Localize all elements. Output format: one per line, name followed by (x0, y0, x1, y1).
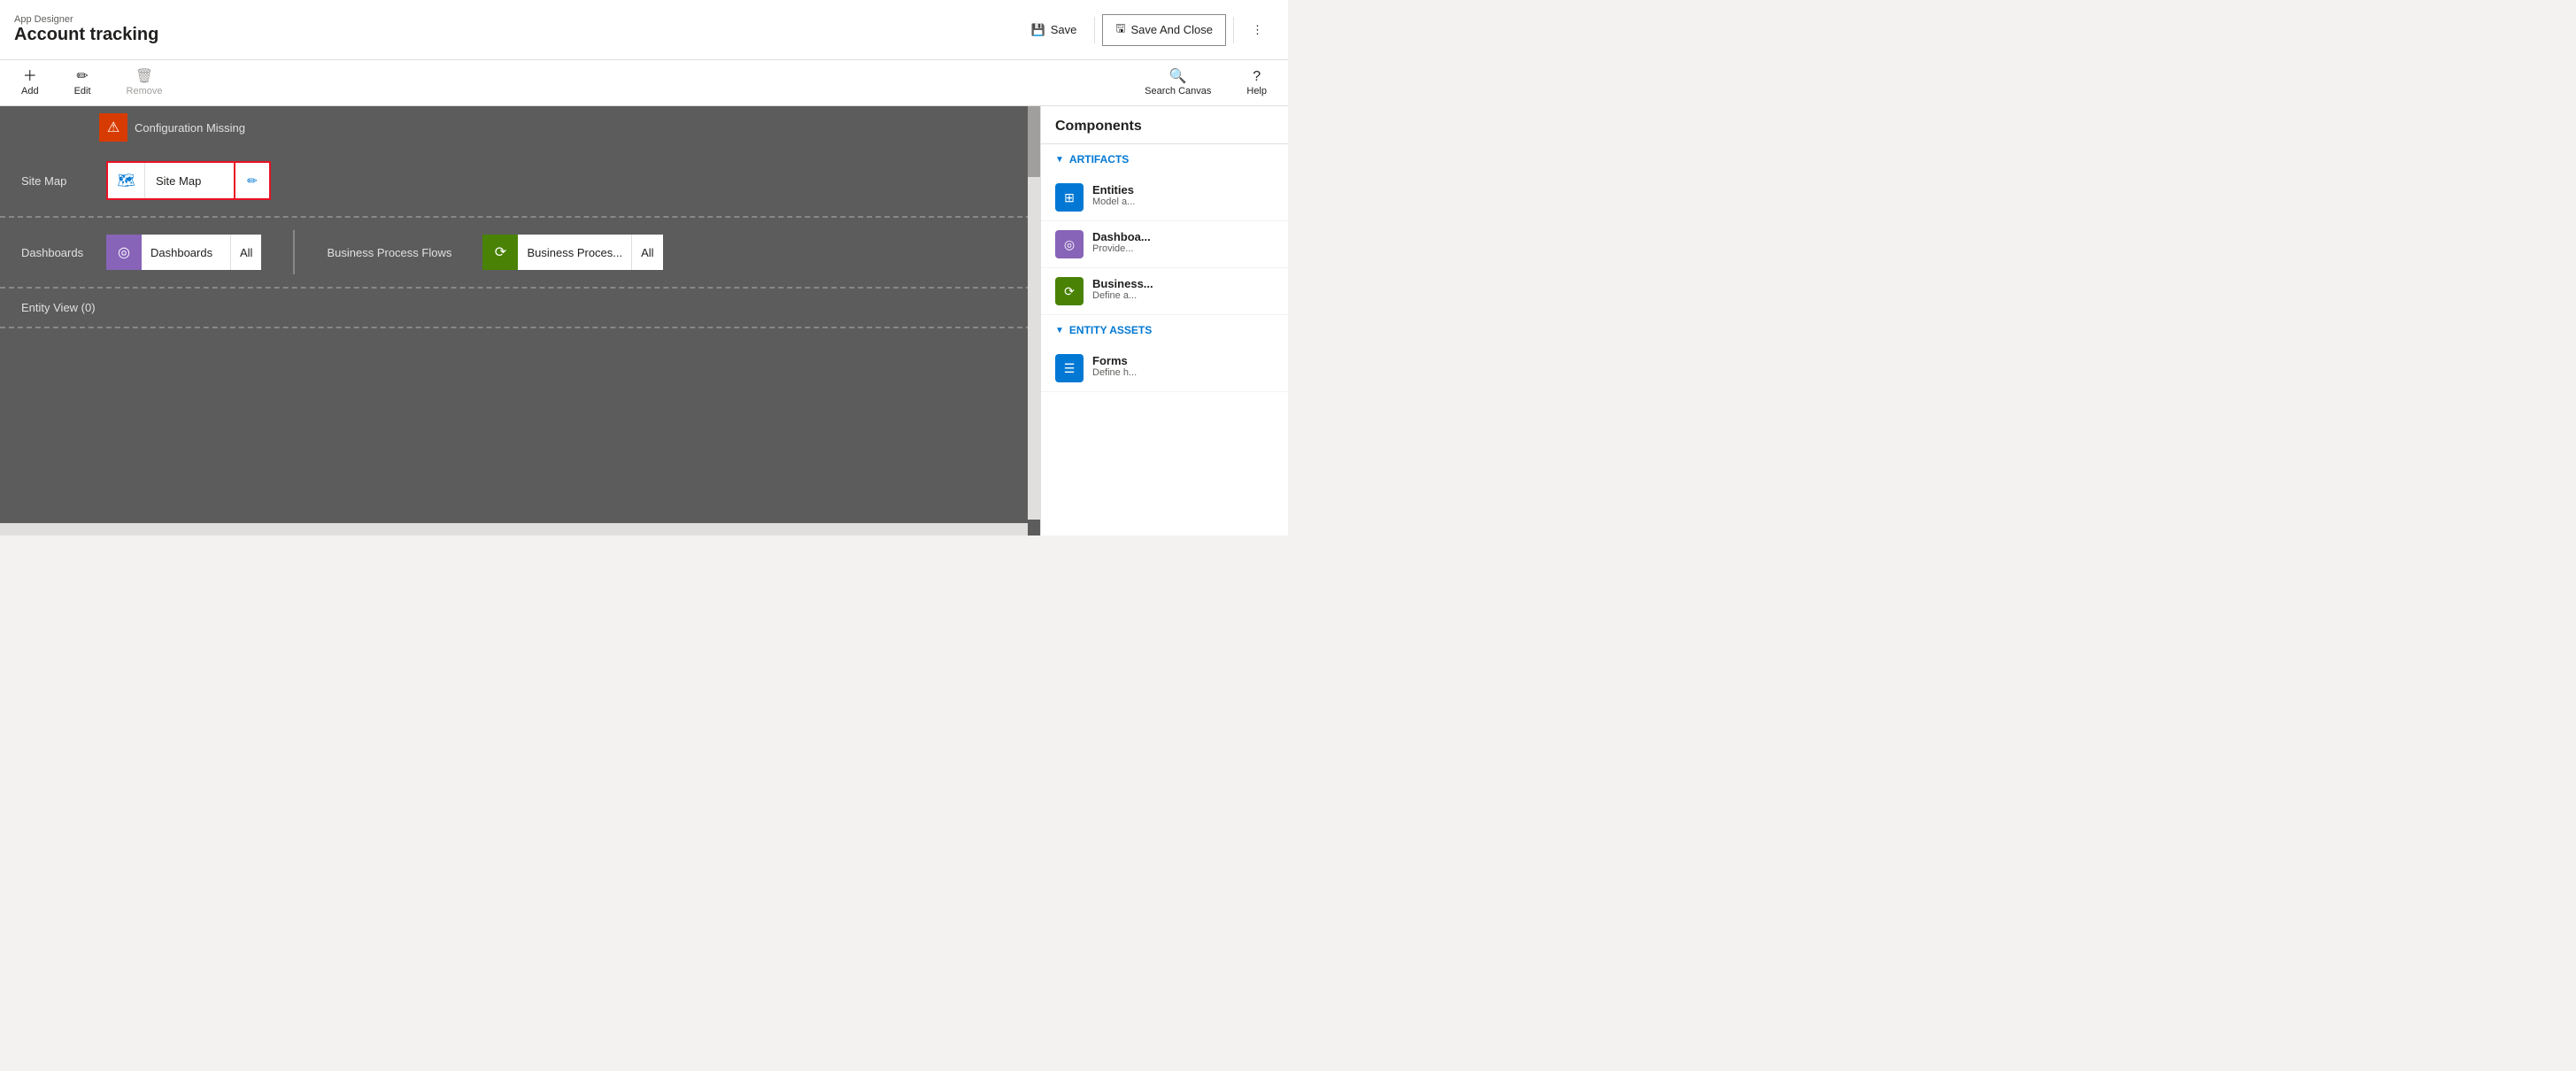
components-panel-title: Components (1041, 106, 1288, 144)
edit-label: Edit (74, 86, 91, 96)
save-close-icon: 🖫 (1115, 20, 1125, 40)
entity-view-row: Entity View (0) (0, 289, 1040, 328)
dashboards-card-label: Dashboards (142, 246, 230, 259)
header-separator-2 (1233, 17, 1234, 43)
add-label: Add (21, 86, 39, 96)
component-item-forms[interactable]: ☰ Forms Define h... (1041, 345, 1288, 392)
save-icon: 💾 (1031, 23, 1045, 37)
save-and-close-button[interactable]: 🖫 Save And Close (1102, 14, 1226, 46)
add-icon: ＋ (23, 70, 37, 84)
bpf-card[interactable]: ⟳ Business Proces... All (482, 235, 662, 270)
bpf-icon-box: ⟳ (482, 235, 518, 270)
config-missing-row: ⚠ Configuration Missing (0, 106, 1040, 145)
artifacts-chevron: ▼ (1055, 155, 1064, 165)
site-map-card-label: Site Map (145, 174, 234, 188)
help-button[interactable]: ? Help (1239, 66, 1274, 100)
save-close-label: Save And Close (1130, 23, 1213, 36)
more-options-button[interactable]: ⋮ (1241, 18, 1274, 42)
toolbar-right: 🔍 Search Canvas ? Help (1138, 66, 1274, 100)
search-canvas-label: Search Canvas (1145, 86, 1211, 96)
toolbar-left: ＋ Add ✏ Edit 🗑 Remove (14, 66, 170, 100)
save-button[interactable]: 💾 Save (1021, 18, 1088, 42)
dashboards-component-desc: Provide... (1092, 243, 1151, 254)
site-map-card[interactable]: 🗺 Site Map ✏ (106, 161, 271, 200)
header-actions: 💾 Save 🖫 Save And Close ⋮ (1021, 14, 1274, 46)
forms-text: Forms Define h... (1092, 354, 1137, 378)
remove-label: Remove (127, 86, 163, 96)
config-warning-badge: ⚠ (99, 113, 127, 142)
site-map-row-label: Site Map (21, 174, 92, 188)
entity-view-label: Entity View (0) (21, 301, 163, 314)
canvas-area: ⚠ Configuration Missing Site Map 🗺 Site … (0, 106, 1040, 536)
remove-button[interactable]: 🗑 Remove (120, 66, 170, 100)
entities-text: Entities Model a... (1092, 183, 1135, 207)
main-layout: ⚠ Configuration Missing Site Map 🗺 Site … (0, 106, 1288, 536)
bpf-icon: ⟳ (495, 243, 506, 261)
component-item-dashboards[interactable]: ◎ Dashboa... Provide... (1041, 221, 1288, 268)
dashboards-component-icon: ◎ (1055, 230, 1084, 258)
dashboards-icon: ◎ (118, 243, 130, 261)
toolbar: ＋ Add ✏ Edit 🗑 Remove 🔍 Search Canvas ? … (0, 60, 1288, 106)
artifacts-label: ARTIFACTS (1069, 153, 1129, 166)
dashboards-row: Dashboards ◎ Dashboards All Business Pro… (0, 218, 1040, 289)
entity-assets-section-header[interactable]: ▼ ENTITY ASSETS (1041, 315, 1288, 345)
header-left: App Designer Account tracking (14, 14, 158, 45)
remove-icon: 🗑 (135, 70, 153, 84)
dashboards-all-label: All (230, 235, 261, 270)
sitemap-icon-box: 🗺 (108, 163, 145, 198)
search-icon: 🔍 (1169, 70, 1187, 84)
dashboards-component-text: Dashboa... Provide... (1092, 230, 1151, 254)
more-icon: ⋮ (1252, 23, 1263, 37)
forms-desc: Define h... (1092, 367, 1137, 378)
bpf-component-icon: ⟳ (1055, 277, 1084, 305)
pencil-icon: ✏ (247, 173, 258, 189)
artifacts-section-header[interactable]: ▼ ARTIFACTS (1041, 144, 1288, 174)
canvas-hscrollbar[interactable] (0, 523, 1028, 536)
forms-icon: ☰ (1055, 354, 1084, 382)
add-button[interactable]: ＋ Add (14, 66, 46, 100)
search-canvas-button[interactable]: 🔍 Search Canvas (1138, 66, 1218, 100)
entities-icon: ⊞ (1055, 183, 1084, 212)
sitemap-edit-button[interactable]: ✏ (234, 163, 269, 198)
save-label: Save (1051, 23, 1077, 36)
edit-icon: ✏ (76, 70, 88, 84)
components-panel: Components ▼ ARTIFACTS ⊞ Entities Model … (1040, 106, 1288, 536)
entities-desc: Model a... (1092, 196, 1135, 207)
bpf-section-label: Business Process Flows (327, 246, 468, 259)
sitemap-icon: 🗺 (117, 172, 135, 189)
bpf-all-label: All (631, 235, 662, 270)
app-title: Account tracking (14, 25, 158, 45)
bpf-component-desc: Define a... (1092, 290, 1153, 301)
header: App Designer Account tracking 💾 Save 🖫 S… (0, 0, 1288, 60)
help-icon: ? (1253, 70, 1261, 84)
dashboards-component-name: Dashboa... (1092, 230, 1151, 243)
help-label: Help (1246, 86, 1267, 96)
dashboards-card[interactable]: ◎ Dashboards All (106, 235, 261, 270)
entities-name: Entities (1092, 183, 1135, 196)
bpf-component-name: Business... (1092, 277, 1153, 290)
bpf-card-label: Business Proces... (518, 246, 631, 259)
vertical-divider (293, 230, 295, 274)
site-map-row: Site Map 🗺 Site Map ✏ (0, 145, 1040, 218)
app-designer-label: App Designer (14, 14, 158, 25)
forms-name: Forms (1092, 354, 1137, 367)
warning-icon: ⚠ (107, 119, 120, 136)
entity-assets-chevron: ▼ (1055, 326, 1064, 335)
canvas-scrollbar[interactable] (1028, 106, 1040, 520)
component-item-bpf[interactable]: ⟳ Business... Define a... (1041, 268, 1288, 315)
dashboards-row-label: Dashboards (21, 246, 92, 259)
entity-assets-label: ENTITY ASSETS (1069, 324, 1152, 336)
config-missing-text: Configuration Missing (135, 121, 245, 135)
dashboards-icon-box: ◎ (106, 235, 142, 270)
bpf-component-text: Business... Define a... (1092, 277, 1153, 301)
header-separator (1094, 17, 1095, 43)
edit-button[interactable]: ✏ Edit (67, 66, 98, 100)
scroll-thumb[interactable] (1028, 106, 1040, 177)
component-item-entities[interactable]: ⊞ Entities Model a... (1041, 174, 1288, 221)
